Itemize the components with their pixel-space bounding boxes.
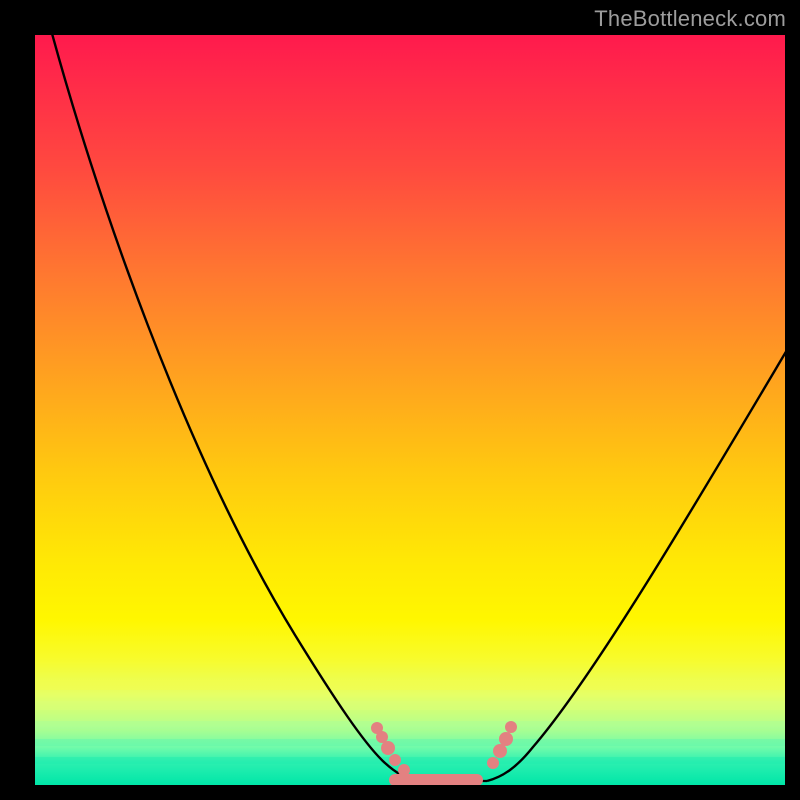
- marker-pill: [389, 774, 483, 785]
- marker-dot: [505, 721, 517, 733]
- marker-dot: [381, 741, 395, 755]
- plot-area: [35, 35, 785, 785]
- marker-dot: [499, 732, 513, 746]
- outer-frame: TheBottleneck.com: [0, 0, 800, 800]
- watermark-text: TheBottleneck.com: [594, 6, 786, 32]
- marker-dot: [487, 757, 499, 769]
- left-curve: [47, 35, 417, 781]
- marker-dot: [493, 744, 507, 758]
- curve-layer: [35, 35, 785, 785]
- right-curve: [487, 350, 785, 781]
- marker-dot: [389, 754, 401, 766]
